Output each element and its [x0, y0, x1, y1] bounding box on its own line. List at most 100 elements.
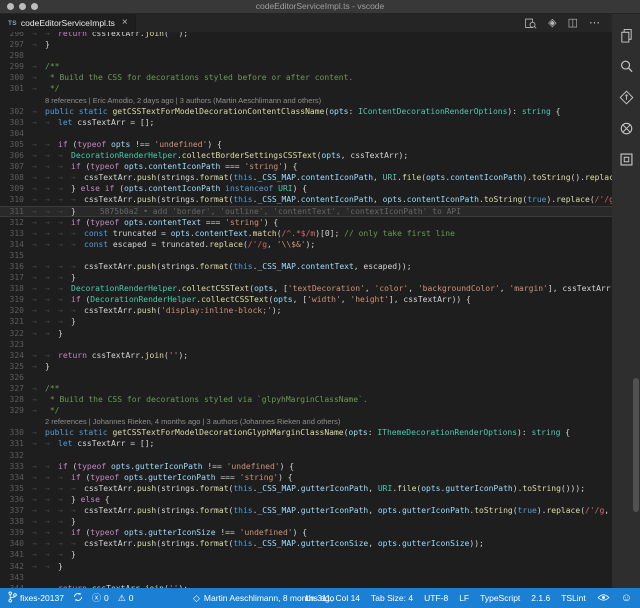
code-line[interactable]: 305→→if (typeof opts !== 'undefined') {: [0, 139, 612, 150]
search-icon[interactable]: [612, 51, 640, 82]
status-sync[interactable]: [73, 592, 83, 604]
status-watch[interactable]: [597, 593, 610, 604]
line-number[interactable]: 336: [0, 494, 32, 505]
code-line[interactable]: 340→→→→cssTextArr.push(strings.format(th…: [0, 538, 612, 549]
code-line[interactable]: 297→}: [0, 39, 612, 50]
scrollbar[interactable]: [633, 378, 639, 512]
open-preview-icon[interactable]: [524, 17, 537, 30]
line-number[interactable]: 320: [0, 305, 32, 316]
code-line[interactable]: 309→→→} else if (opts.contentIconPath in…: [0, 183, 612, 194]
code-line[interactable]: 334→→→if (typeof opts.gutterIconPath ===…: [0, 472, 612, 483]
code-line[interactable]: 301→ */: [0, 83, 612, 94]
line-number[interactable]: 326: [0, 372, 32, 383]
code-line[interactable]: 323: [0, 339, 612, 350]
code-line[interactable]: 317→→→}: [0, 272, 612, 283]
status-tab-size[interactable]: Tab Size: 4: [371, 593, 413, 603]
code-line[interactable]: 330→public static getCSSTextForModelDeco…: [0, 427, 612, 438]
editor[interactable]: 296→→return cssTextArr.join('');297→}298…: [0, 32, 612, 588]
line-number[interactable]: 302: [0, 106, 32, 117]
line-number[interactable]: 318: [0, 283, 32, 294]
line-number[interactable]: 298: [0, 50, 32, 61]
code-line[interactable]: 326: [0, 372, 612, 383]
split-editor-icon[interactable]: ◫: [568, 18, 578, 29]
line-number[interactable]: 314: [0, 239, 32, 250]
code-line[interactable]: 306→→→DecorationRenderHelper.collectBord…: [0, 150, 612, 161]
line-number[interactable]: 337: [0, 505, 32, 516]
line-number[interactable]: 330: [0, 427, 32, 438]
line-number[interactable]: 325: [0, 361, 32, 372]
debug-icon[interactable]: [612, 113, 640, 144]
line-number[interactable]: 311: [0, 206, 32, 217]
tab-codeeditorserviceimpl[interactable]: TS codeEditorServiceImpl.ts ×: [0, 14, 136, 32]
code-line[interactable]: 328→ * Build the CSS for decorations sty…: [0, 394, 612, 405]
code-line[interactable]: 341→→→}: [0, 549, 612, 560]
line-number[interactable]: 300: [0, 72, 32, 83]
codelens[interactable]: 2 references | Johannes Rieken, 4 months…: [0, 416, 612, 427]
line-number[interactable]: 296: [0, 32, 32, 39]
code-line[interactable]: 325→}: [0, 361, 612, 372]
files-icon[interactable]: [612, 20, 640, 51]
code-line[interactable]: 322→→}: [0, 328, 612, 339]
line-number[interactable]: 338: [0, 516, 32, 527]
line-number[interactable]: 342: [0, 561, 32, 572]
open-changes-icon[interactable]: ◈: [548, 18, 556, 29]
line-number[interactable]: 335: [0, 483, 32, 494]
extensions-icon[interactable]: [612, 144, 640, 175]
more-actions-icon[interactable]: ⋯: [589, 18, 600, 29]
line-number[interactable]: 317: [0, 272, 32, 283]
code-line[interactable]: 318→→→DecorationRenderHelper.collectCSST…: [0, 283, 612, 294]
status-blame[interactable]: ◇Martin Aeschlimann, 8 months ago: [193, 588, 334, 608]
line-number[interactable]: 324: [0, 350, 32, 361]
code-line[interactable]: 304: [0, 128, 612, 139]
line-number[interactable]: 301: [0, 83, 32, 94]
code-line[interactable]: 316→→→→cssTextArr.push(strings.format(th…: [0, 261, 612, 272]
code-line[interactable]: 333→→if (typeof opts.gutterIconPath !== …: [0, 461, 612, 472]
code-line[interactable]: 339→→→if (typeof opts.gutterIconSize !==…: [0, 527, 612, 538]
status-git-branch[interactable]: fixes-20137: [8, 591, 64, 605]
code-line[interactable]: 312→→→if (typeof opts.contentText === 's…: [0, 217, 612, 228]
line-number[interactable]: 305: [0, 139, 32, 150]
source-control-icon[interactable]: [612, 82, 640, 113]
code-line[interactable]: 307→→→if (typeof opts.contentIconPath ==…: [0, 161, 612, 172]
code-line[interactable]: 329→ */: [0, 405, 612, 416]
code-line[interactable]: 311→→→}5875b0a2 • add 'border', 'outline…: [0, 206, 612, 217]
status-encoding[interactable]: UTF-8: [424, 593, 448, 603]
code-line[interactable]: 314→→→→const escaped = truncated.replace…: [0, 239, 612, 250]
code-line[interactable]: 300→ * Build the CSS for decorations sty…: [0, 72, 612, 83]
line-number[interactable]: 313: [0, 228, 32, 239]
line-number[interactable]: 307: [0, 161, 32, 172]
code-area[interactable]: 296→→return cssTextArr.join('');297→}298…: [0, 32, 612, 588]
status-errors[interactable]: ⓧ0: [92, 593, 109, 603]
code-line[interactable]: 327→/**: [0, 383, 612, 394]
code-line[interactable]: 342→→}: [0, 561, 612, 572]
code-line[interactable]: 302→public static getCSSTextForModelDeco…: [0, 106, 612, 117]
status-tslint[interactable]: TSLint: [561, 593, 586, 603]
close-icon[interactable]: ×: [122, 18, 128, 28]
line-number[interactable]: 297: [0, 39, 32, 50]
status-eol[interactable]: LF: [459, 593, 469, 603]
code-line[interactable]: 310→→→→cssTextArr.push(strings.format(th…: [0, 194, 612, 205]
status-language-mode[interactable]: TypeScript: [480, 593, 520, 603]
line-number[interactable]: 323: [0, 339, 32, 350]
line-number[interactable]: 334: [0, 472, 32, 483]
code-line[interactable]: 320→→→→cssTextArr.push('display:inline-b…: [0, 305, 612, 316]
line-number[interactable]: 316: [0, 261, 32, 272]
code-line[interactable]: 337→→→→cssTextArr.push(strings.format(th…: [0, 505, 612, 516]
codelens[interactable]: 8 references | Eric Amodio, 2 days ago |…: [0, 95, 612, 106]
line-number[interactable]: 310: [0, 194, 32, 205]
line-number[interactable]: 303: [0, 117, 32, 128]
line-number[interactable]: 306: [0, 150, 32, 161]
status-ts-version[interactable]: 2.1.6: [531, 593, 550, 603]
code-line[interactable]: 332: [0, 450, 612, 461]
code-line[interactable]: 319→→→if (DecorationRenderHelper.collect…: [0, 294, 612, 305]
line-number[interactable]: 322: [0, 328, 32, 339]
line-number[interactable]: 304: [0, 128, 32, 139]
code-line[interactable]: 331→→let cssTextArr = [];: [0, 438, 612, 449]
line-number[interactable]: 321: [0, 316, 32, 327]
line-number[interactable]: 340: [0, 538, 32, 549]
line-number[interactable]: 299: [0, 61, 32, 72]
code-line[interactable]: 296→→return cssTextArr.join('');: [0, 32, 612, 39]
code-line[interactable]: 313→→→→const truncated = opts.contentTex…: [0, 228, 612, 239]
code-line[interactable]: 343: [0, 572, 612, 583]
code-line[interactable]: 324→→return cssTextArr.join('');: [0, 350, 612, 361]
